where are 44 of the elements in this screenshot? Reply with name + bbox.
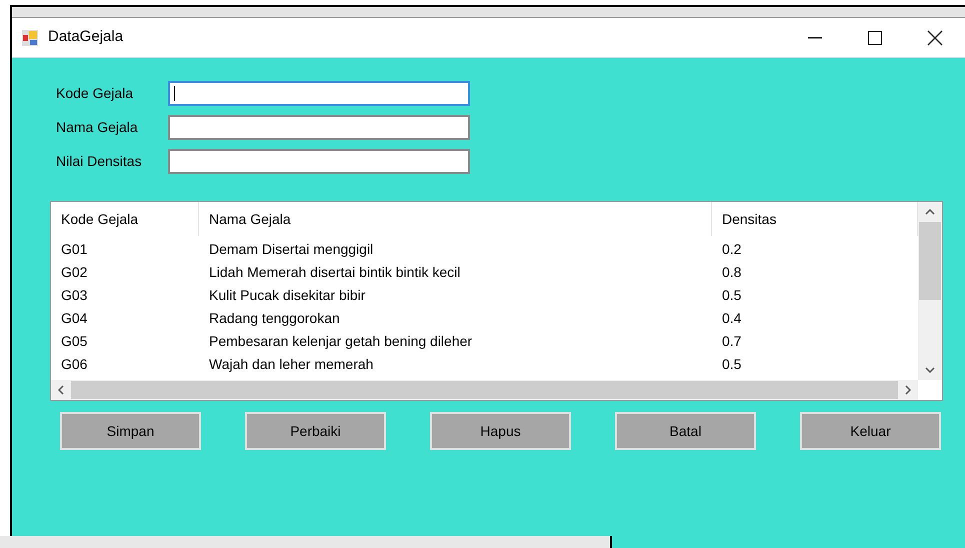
table-cell-text: 0.2 xyxy=(722,240,742,259)
data-list[interactable] xyxy=(50,201,943,401)
column-header[interactable]: Nama Gejala xyxy=(199,202,712,236)
input-field[interactable] xyxy=(168,148,470,174)
scroll-down-icon xyxy=(925,367,935,373)
table-cell-text: Lidah Memerah disertai bintik bintik kecil xyxy=(209,263,460,282)
table-cell-text: G03 xyxy=(61,286,88,305)
table-cell-text: Wajah dan leher memerah xyxy=(209,355,374,374)
table-cell-text: 0.7 xyxy=(722,332,742,351)
table-cell-text: G01 xyxy=(61,240,88,259)
column-header[interactable]: Kode Gejala xyxy=(51,202,199,236)
field-label: Nilai Densitas xyxy=(56,152,143,170)
close-icon xyxy=(927,30,943,46)
action-button[interactable]: Keluar xyxy=(800,412,941,450)
field-label: Kode Gejala xyxy=(56,84,134,103)
scrollbar-thumb[interactable] xyxy=(919,222,941,300)
table-cell-text: 0.5 xyxy=(722,286,742,305)
action-button[interactable]: Hapus xyxy=(430,412,571,450)
table-cell-text: G05 xyxy=(61,332,88,351)
minimize-icon xyxy=(808,36,822,38)
scroll-up-icon xyxy=(925,209,935,215)
action-button[interactable]: Simpan xyxy=(60,412,201,450)
scroll-left-icon xyxy=(58,385,64,395)
input-field[interactable] xyxy=(168,114,470,140)
window-title: DataGejala xyxy=(48,27,124,48)
table-cell-text: Kulit Pucak disekitar bibir xyxy=(209,286,366,305)
table-cell-text: G02 xyxy=(61,263,88,282)
table-cell-text: G06 xyxy=(61,355,88,374)
table-cell-text: G04 xyxy=(61,309,88,328)
vertical-scrollbar[interactable] xyxy=(918,202,942,380)
scroll-right-icon xyxy=(905,385,911,395)
table-cell-text: Pembesaran kelenjar getah bening dileher xyxy=(209,332,472,351)
app-icon xyxy=(22,30,38,46)
table-cell-text: 0.5 xyxy=(722,355,742,374)
text-caret xyxy=(174,86,175,100)
table-cell-text: 0.8 xyxy=(722,263,742,282)
action-button[interactable]: Batal xyxy=(615,412,756,450)
table-cell-text: 0.4 xyxy=(722,309,742,328)
action-button[interactable]: Perbaiki xyxy=(245,412,386,450)
field-label: Nama Gejala xyxy=(56,118,139,137)
table-cell-text: Radang tenggorokan xyxy=(209,309,340,328)
input-field[interactable] xyxy=(168,80,470,106)
table-cell-text: Demam Disertai menggigil xyxy=(209,240,374,259)
maximize-icon xyxy=(868,30,882,44)
